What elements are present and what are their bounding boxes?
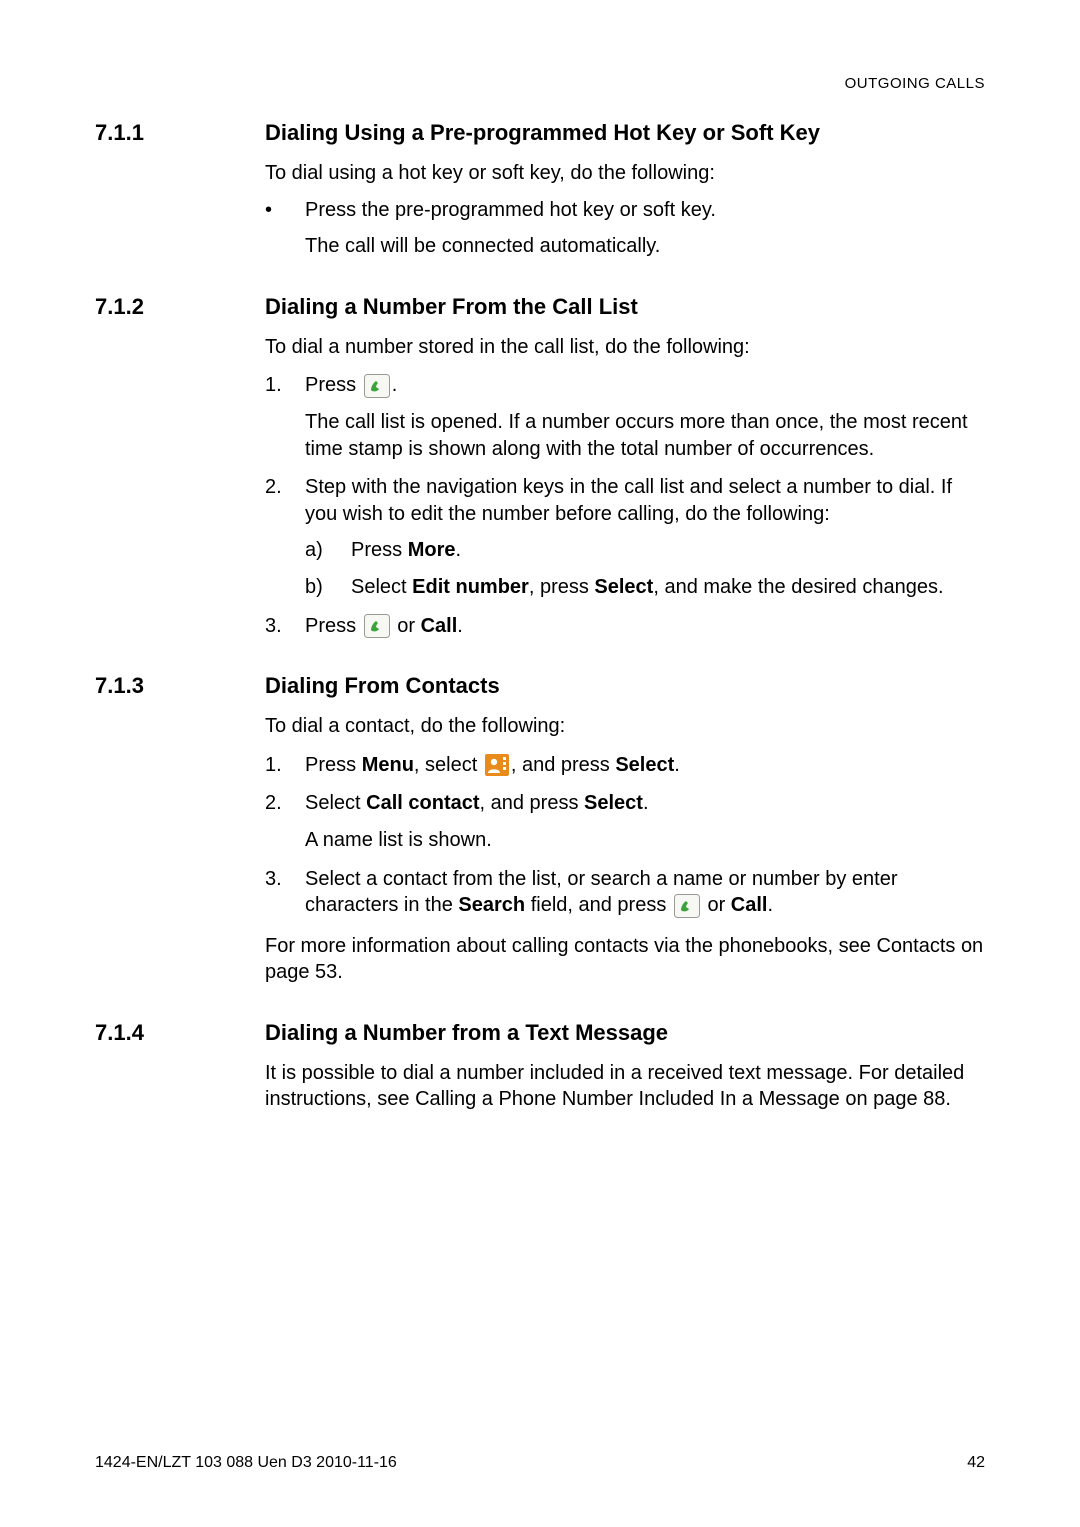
- bold-text: Call contact: [366, 792, 479, 814]
- text-fragment: .: [767, 894, 773, 916]
- text-fragment: , and press: [511, 754, 616, 776]
- contacts-icon: [485, 754, 509, 776]
- footer-left: 1424-EN/LZT 103 088 Uen D3 2010-11-16: [95, 1454, 397, 1472]
- section-7-1-2-body: To dial a number stored in the call list…: [265, 334, 985, 639]
- section-7-1-4-body: It is possible to dial a number included…: [265, 1060, 985, 1113]
- section-number: 7.1.2: [95, 294, 265, 320]
- list-text: Press .: [305, 372, 397, 399]
- list-number: 3.: [265, 613, 305, 640]
- footer-page-number: 42: [967, 1454, 985, 1472]
- list-item: 1. Press .: [265, 372, 985, 399]
- paragraph: It is possible to dial a number included…: [265, 1060, 985, 1113]
- bullet-subtext: The call will be connected automatically…: [305, 233, 716, 260]
- section-title: Dialing From Contacts: [265, 673, 500, 699]
- running-header: OUTGOING CALLS: [95, 75, 985, 92]
- list-item: 3. Press or Call.: [265, 613, 985, 640]
- section-number: 7.1.4: [95, 1020, 265, 1046]
- section-number: 7.1.3: [95, 673, 265, 699]
- paragraph: For more information about calling conta…: [265, 933, 985, 986]
- section-7-1-1-body: To dial using a hot key or soft key, do …: [265, 160, 985, 260]
- list-text: Step with the navigation keys in the cal…: [305, 474, 985, 527]
- list-item: 2. Select Call contact, and press Select…: [265, 790, 985, 817]
- list-subtext: The call list is opened. If a number occ…: [305, 409, 985, 462]
- bold-text: Select: [584, 792, 643, 814]
- section-7-1-3-header: 7.1.3 Dialing From Contacts: [95, 673, 985, 699]
- bold-text: Call: [421, 615, 458, 637]
- text-fragment: .: [643, 792, 649, 814]
- page-footer: 1424-EN/LZT 103 088 Uen D3 2010-11-16 42: [95, 1454, 985, 1472]
- sublist-item: a) Press More.: [305, 537, 985, 564]
- sublist-item: b) Select Edit number, press Select, and…: [305, 574, 985, 601]
- text-fragment: , and make the desired changes.: [653, 576, 943, 598]
- call-key-icon: [364, 374, 390, 398]
- bold-text: Edit number: [412, 576, 529, 598]
- list-number: 2.: [265, 474, 305, 527]
- text-fragment: .: [674, 754, 680, 776]
- bold-text: Select: [615, 754, 674, 776]
- text-fragment: Press: [351, 539, 408, 561]
- bullet-text: Press the pre-programmed hot key or soft…: [305, 197, 716, 224]
- list-text: Select a contact from the list, or searc…: [305, 866, 985, 919]
- text-fragment: Press: [305, 754, 362, 776]
- text-fragment: Press: [305, 615, 362, 637]
- list-text: Press or Call.: [305, 613, 463, 640]
- sublist-text: Select Edit number, press Select, and ma…: [351, 574, 944, 601]
- text-fragment: Select: [351, 576, 412, 598]
- section-title: Dialing Using a Pre-programmed Hot Key o…: [265, 120, 820, 146]
- list-number: 2.: [265, 790, 305, 817]
- section-7-1-4-header: 7.1.4 Dialing a Number from a Text Messa…: [95, 1020, 985, 1046]
- text-fragment: .: [457, 615, 463, 637]
- paragraph: To dial a contact, do the following:: [265, 713, 985, 740]
- section-7-1-2-header: 7.1.2 Dialing a Number From the Call Lis…: [95, 294, 985, 320]
- section-7-1-1-header: 7.1.1 Dialing Using a Pre-programmed Hot…: [95, 120, 985, 146]
- section-title: Dialing a Number from a Text Message: [265, 1020, 668, 1046]
- text-fragment: field, and press: [525, 894, 672, 916]
- bullet-item: • Press the pre-programmed hot key or so…: [265, 197, 985, 260]
- sublist-mark: a): [305, 537, 351, 564]
- list-number: 3.: [265, 866, 305, 919]
- sublist-mark: b): [305, 574, 351, 601]
- section-number: 7.1.1: [95, 120, 265, 146]
- text-fragment: Press: [305, 374, 362, 396]
- text-fragment: Select: [305, 792, 366, 814]
- paragraph: To dial using a hot key or soft key, do …: [265, 160, 985, 187]
- list-subtext: A name list is shown.: [305, 827, 985, 854]
- text-fragment: , select: [414, 754, 483, 776]
- list-item: 1. Press Menu, select , and press Select…: [265, 752, 985, 779]
- paragraph: To dial a number stored in the call list…: [265, 334, 985, 361]
- section-title: Dialing a Number From the Call List: [265, 294, 638, 320]
- bold-text: Select: [594, 576, 653, 598]
- list-item: 2. Step with the navigation keys in the …: [265, 474, 985, 527]
- text-fragment: or: [392, 615, 421, 637]
- text-fragment: .: [455, 539, 461, 561]
- list-text: Press Menu, select , and press Select.: [305, 752, 680, 779]
- text-fragment: or: [702, 894, 731, 916]
- section-7-1-3-body: To dial a contact, do the following: 1. …: [265, 713, 985, 986]
- text-fragment: .: [392, 374, 398, 396]
- bullet-mark: •: [265, 197, 305, 260]
- text-fragment: , and press: [480, 792, 585, 814]
- text-fragment: , press: [529, 576, 595, 598]
- page: OUTGOING CALLS 7.1.1 Dialing Using a Pre…: [0, 0, 1080, 1527]
- bold-text: Search: [458, 894, 525, 916]
- call-key-icon: [674, 894, 700, 918]
- bold-text: More: [408, 539, 456, 561]
- list-item: 3. Select a contact from the list, or se…: [265, 866, 985, 919]
- bold-text: Call: [731, 894, 768, 916]
- list-number: 1.: [265, 372, 305, 399]
- list-text: Select Call contact, and press Select.: [305, 790, 649, 817]
- bold-text: Menu: [362, 754, 414, 776]
- call-key-icon: [364, 614, 390, 638]
- sublist-text: Press More.: [351, 537, 461, 564]
- list-number: 1.: [265, 752, 305, 779]
